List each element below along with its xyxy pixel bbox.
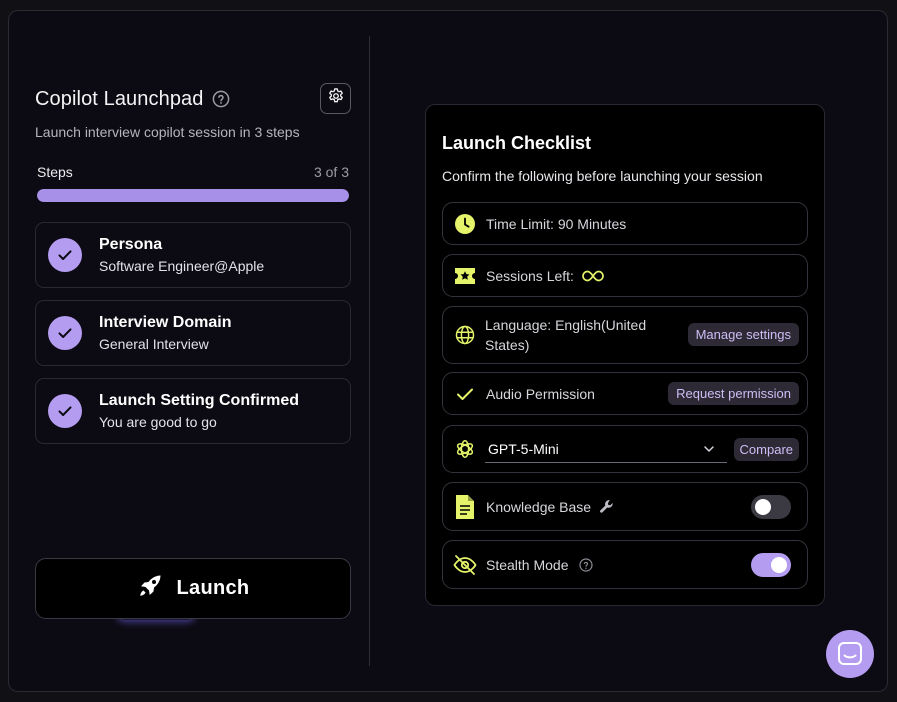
sessions-left-text: Sessions Left: [486,267,574,284]
check-icon [48,316,82,350]
toggle-knob [755,499,771,515]
chevron-down-icon [703,445,715,453]
knowledge-base-row: Knowledge Base [442,482,808,531]
manage-settings-button[interactable]: Manage settings [687,323,799,346]
sessions-left-row: Sessions Left: [442,254,808,297]
steps-progress-bar [37,189,349,202]
step-subtitle: General Interview [99,336,209,352]
request-permission-button[interactable]: Request permission [668,382,799,405]
audio-permission-text: Audio Permission [486,385,595,402]
chat-icon [837,641,863,667]
document-icon [453,494,477,519]
launchpad-header: Copilot Launchpad [35,83,351,114]
steps-count: 3 of 3 [313,164,349,180]
launch-checklist: Launch Checklist Confirm the following b… [425,104,825,606]
steps-header: Steps 3 of 3 [37,164,349,180]
step-card-interview-domain[interactable]: Interview Domain General Interview [35,300,351,366]
rocket-icon [137,573,163,604]
progress-fill [37,189,349,202]
model-value: GPT-5-Mini [488,440,559,457]
stealth-mode-toggle[interactable] [751,553,791,577]
launch-label: Launch [176,577,250,599]
help-icon[interactable] [212,90,230,108]
language-row: Language: English(United States) Manage … [442,306,808,364]
step-card-persona[interactable]: Persona Software Engineer@Apple [35,222,351,288]
compare-button[interactable]: Compare [733,438,799,461]
step-title: Launch Setting Confirmed [99,392,299,409]
language-text: Language: English(United States) [485,317,647,353]
knowledge-base-text: Knowledge Base [486,498,592,515]
steps-label: Steps [37,164,73,180]
panel-divider [369,36,370,666]
eye-off-icon [453,553,477,577]
stealth-mode-row: Stealth Mode [442,540,808,589]
model-row: GPT-5-Mini Compare [442,425,808,473]
step-title: Persona [99,236,163,253]
clock-icon [453,212,477,236]
settings-button[interactable] [320,83,351,114]
launch-button[interactable]: Launch [35,558,351,619]
infinity-icon [582,270,604,282]
step-title: Interview Domain [99,314,232,331]
checklist-title: Launch Checklist [442,133,592,153]
wrench-icon[interactable] [599,499,615,515]
gear-icon [327,87,345,110]
model-select[interactable]: GPT-5-Mini [485,435,727,463]
page-subtitle: Launch interview copilot session in 3 st… [35,124,300,140]
chat-support-button[interactable] [826,630,874,678]
step-subtitle: Software Engineer@Apple [99,258,265,274]
check-icon [453,382,477,406]
check-icon [48,238,82,272]
globe-icon [453,323,477,347]
page-title: Copilot Launchpad [35,87,204,110]
time-limit-text: Time Limit: 90 Minutes [486,215,627,232]
openai-icon [453,437,477,461]
time-limit-row: Time Limit: 90 Minutes [442,202,808,245]
step-subtitle: You are good to go [99,414,217,430]
checklist-subtitle: Confirm the following before launching y… [442,168,763,184]
ticket-icon [453,264,477,288]
help-icon[interactable] [578,557,593,572]
audio-permission-row: Audio Permission Request permission [442,372,808,415]
knowledge-base-toggle[interactable] [751,495,791,519]
step-card-launch-setting[interactable]: Launch Setting Confirmed You are good to… [35,378,351,444]
check-icon [48,394,82,428]
stealth-mode-text: Stealth Mode [486,556,569,573]
toggle-knob [771,557,787,573]
